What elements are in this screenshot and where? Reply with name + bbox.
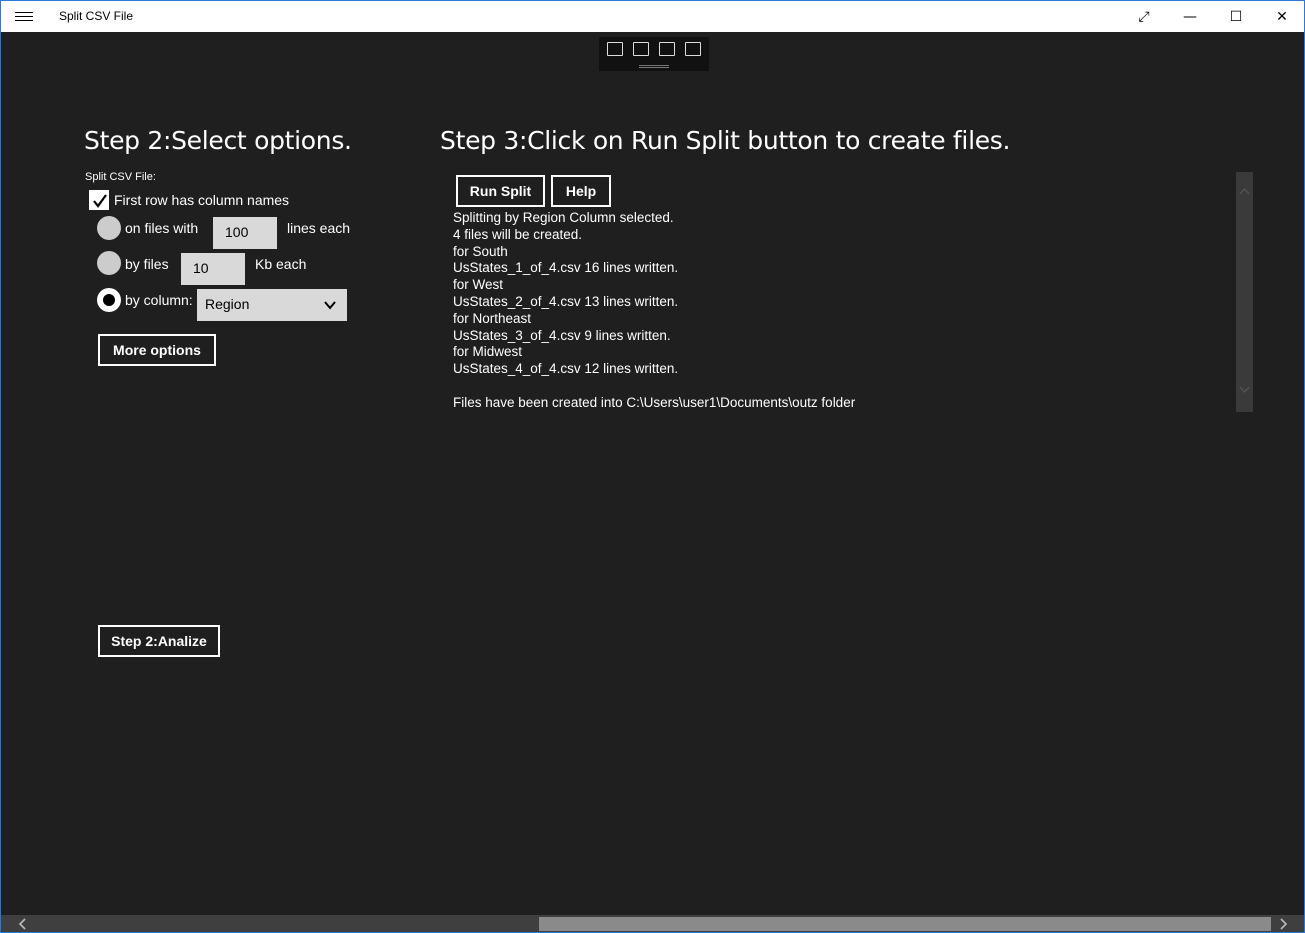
track-focus-icon[interactable] (685, 42, 701, 56)
column-select[interactable]: Region (197, 289, 347, 321)
radio-lines-label: on files with (125, 220, 199, 236)
split-csv-label: Split CSV File: (85, 171, 156, 183)
output-log: Splitting by Region Column selected. 4 fi… (453, 210, 1213, 412)
dev-toolbar (599, 37, 709, 71)
size-kb-input[interactable]: 10 (181, 253, 245, 285)
live-tree-icon[interactable] (607, 42, 623, 56)
output-line: for West (453, 277, 504, 293)
first-row-checkbox[interactable] (89, 190, 109, 210)
window-title: Split CSV File (59, 9, 134, 23)
step2-heading: Step 2:Select options. (84, 126, 352, 155)
column-select-value: Region (205, 296, 250, 312)
radio-size-label: by files (125, 256, 169, 272)
output-line: Files have been created into C:\Users\us… (453, 394, 856, 410)
output-line: UsStates_3_of_4.csv 9 lines written. (453, 327, 671, 343)
radio-column[interactable] (97, 288, 121, 312)
chevron-down-icon (324, 301, 336, 310)
kb-each-label: Kb each (255, 256, 307, 272)
chevron-up-icon[interactable] (1239, 186, 1250, 197)
select-element-icon[interactable] (633, 42, 649, 56)
step3-heading: Step 3:Click on Run Split button to crea… (440, 126, 1011, 155)
maximize-button[interactable]: ☐ (1213, 1, 1259, 32)
analyze-button[interactable]: Step 2:Analize (98, 625, 220, 657)
output-vertical-scrollbar[interactable] (1236, 172, 1253, 412)
lines-count-input[interactable]: 100 (213, 217, 277, 249)
output-line: Splitting by Region Column selected. (453, 210, 674, 225)
horizontal-scrollbar[interactable] (1, 915, 1304, 932)
chevron-right-icon[interactable] (1277, 918, 1289, 930)
hamburger-icon[interactable] (13, 9, 35, 25)
more-options-button[interactable]: More options (98, 334, 216, 366)
expand-button[interactable]: ⤢ (1121, 1, 1167, 32)
title-bar: Split CSV File ⤢ — ☐ ✕ (1, 1, 1304, 32)
radio-size[interactable] (97, 251, 121, 275)
output-line: for South (453, 243, 508, 259)
output-line: 4 files will be created. (453, 226, 583, 242)
first-row-label: First row has column names (114, 192, 290, 208)
help-button[interactable]: Help (551, 175, 611, 207)
output-line: UsStates_4_of_4.csv 12 lines written. (453, 361, 679, 377)
layout-adorner-icon[interactable] (659, 42, 675, 56)
output-line: UsStates_1_of_4.csv 16 lines written. (453, 260, 679, 276)
output-line: for Northeast (453, 310, 532, 326)
app-window: Split CSV File ⤢ — ☐ ✕ Step 2:Select opt… (0, 0, 1305, 933)
minimize-button[interactable]: — (1167, 1, 1213, 32)
output-line: for Midwest (453, 344, 523, 360)
close-button[interactable]: ✕ (1259, 1, 1304, 32)
radio-lines[interactable] (97, 216, 121, 240)
toolbar-grip[interactable] (639, 65, 669, 68)
output-line: UsStates_2_of_4.csv 13 lines written. (453, 293, 679, 309)
run-split-button[interactable]: Run Split (456, 175, 545, 207)
chevron-down-icon[interactable] (1239, 384, 1250, 395)
horizontal-scroll-thumb[interactable] (539, 917, 1271, 931)
lines-each-label: lines each (287, 220, 351, 236)
checkmark-icon (93, 194, 107, 208)
radio-column-label: by column: (125, 292, 193, 308)
chevron-left-icon[interactable] (17, 918, 29, 930)
